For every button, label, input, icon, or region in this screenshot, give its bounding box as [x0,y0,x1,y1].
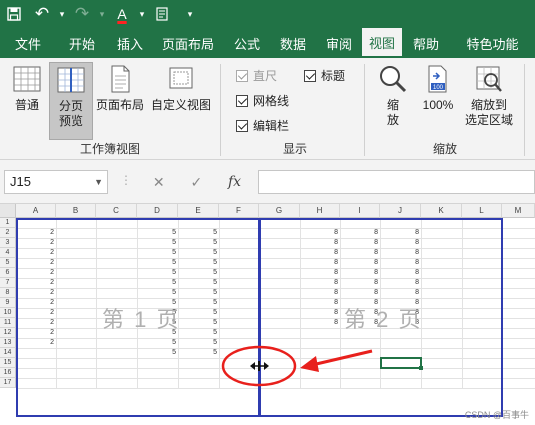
formula-bar-label: 编辑栏 [253,119,290,133]
enter-icon[interactable]: ✓ [190,174,202,191]
formula-bar-check [236,119,248,132]
resize-cursor-icon [250,361,269,371]
formula-bar: J15 ▼ ⋮ ✕ ✓ fx [0,160,535,204]
page-layout-view-button[interactable]: 页面布局 [94,64,146,138]
name-box-value: J15 [10,174,31,189]
tab-formulas[interactable]: 公式 [224,28,270,58]
ribbon-tabs: 文件 开始 插入 页面布局 公式 数据 审阅 视图 帮助 特色功能 [0,28,535,58]
formula-input[interactable] [258,170,535,194]
page-break-preview-icon [57,67,85,93]
gridlines-check [236,94,248,107]
svg-text:100: 100 [433,85,444,91]
worksheet-grid[interactable]: A B C D E F G H I J K L M 1 2 3 4 5 6 7 8 9 10 11 12 13 14 15 16 17 2 2… [0,204,535,425]
tab-help[interactable]: 帮助 [402,28,450,58]
magnifier-icon [380,66,407,93]
font-color-icon[interactable]: A [108,0,136,28]
tab-view[interactable]: 视图 [362,28,402,58]
zoom-label-2: 放 [386,113,399,127]
headings-label: 标题 [321,69,346,83]
ribbon-separator [364,64,365,156]
tab-home[interactable]: 开始 [56,28,108,58]
formula-bar-grip-icon: ⋮ [120,173,132,187]
annotation-overlay [221,345,373,387]
tab-review[interactable]: 审阅 [316,28,362,58]
annotation-arrow-line [311,349,373,367]
cancel-icon[interactable]: ✕ [153,174,165,191]
tab-insert[interactable]: 插入 [108,28,152,58]
undo-dropdown-icon[interactable]: ▾ [56,0,68,28]
watermark-text: CSDN @百事牛 [464,410,529,420]
gridlines-checkbox[interactable]: 网格线 [236,92,289,109]
tab-special-features[interactable]: 特色功能 [450,28,535,58]
annotation-arrow-head [300,356,319,372]
headings-checkbox[interactable]: 标题 [304,67,345,84]
gridlines-label: 网格线 [253,94,290,108]
print-preview-icon[interactable] [148,0,176,28]
save-icon[interactable] [0,0,28,28]
zoom-group-label: 缩放 [432,142,457,156]
normal-view-label: 普通 [14,98,39,112]
ruler-label: 直尺 [253,69,278,83]
show-group-label: 显示 [282,142,307,156]
tab-page-layout[interactable]: 页面布局 [152,28,224,58]
page-layout-icon [111,65,130,93]
normal-view-icon [13,66,41,92]
zoom-selection-icon [476,66,502,92]
zoom-selection-label-2: 选定区域 [464,113,513,127]
tab-file[interactable]: 文件 [0,28,56,58]
page-layout-label: 页面布局 [95,98,144,112]
formula-bar-checkbox[interactable]: 编辑栏 [236,117,289,134]
customize-qat-icon[interactable]: ▾ [176,0,204,28]
normal-view-button[interactable]: 普通 [6,64,48,138]
name-box-dropdown-icon[interactable]: ▼ [94,171,103,193]
font-color-dropdown-icon[interactable]: ▾ [136,0,148,28]
name-box[interactable]: J15 ▼ [4,170,108,194]
custom-view-label: 自定义视图 [150,98,211,112]
page-break-preview-label-1: 分页 [58,99,83,113]
workbook-views-group-label: 工作簿视图 [79,142,140,156]
ribbon-separator [524,64,525,156]
custom-view-button[interactable]: 自定义视图 [148,64,214,138]
font-color-letter: A [117,5,127,22]
page-break-preview-button[interactable]: 分页 预览 [49,62,93,140]
formula-bar-buttons: ✕ ✓ fx [140,170,254,194]
ruler-checkbox[interactable]: 直尺 [236,67,277,84]
zoom-100-button[interactable]: 100 100% [418,64,458,138]
zoom-button[interactable]: 缩 放 [372,64,414,138]
tab-data[interactable]: 数据 [270,28,316,58]
zoom-100-icon: 100 [428,65,447,93]
zoom-100-label: 100% [422,98,454,112]
undo-icon[interactable]: ↶ [28,0,56,28]
redo-icon[interactable]: ↷ [68,0,96,28]
headings-check [304,69,316,82]
zoom-selection-label-1: 缩放到 [470,98,507,112]
ribbon-view: 普通 分页 预览 页面布局 自定义视图 工作簿视图 直尺 标题 网格线 编辑栏 … [0,58,535,160]
zoom-label-1: 缩 [386,98,399,112]
insert-function-icon[interactable]: fx [228,174,241,190]
redo-dropdown-icon[interactable]: ▾ [96,0,108,28]
page-break-preview-label-2: 预览 [58,114,83,128]
zoom-to-selection-button[interactable]: 缩放到 选定区域 [460,64,518,138]
custom-view-icon [169,67,193,89]
quick-access-toolbar: ↶ ▾ ↷ ▾ A ▾ ▾ [0,0,535,28]
ribbon-separator [220,64,221,156]
ruler-check [236,69,248,82]
